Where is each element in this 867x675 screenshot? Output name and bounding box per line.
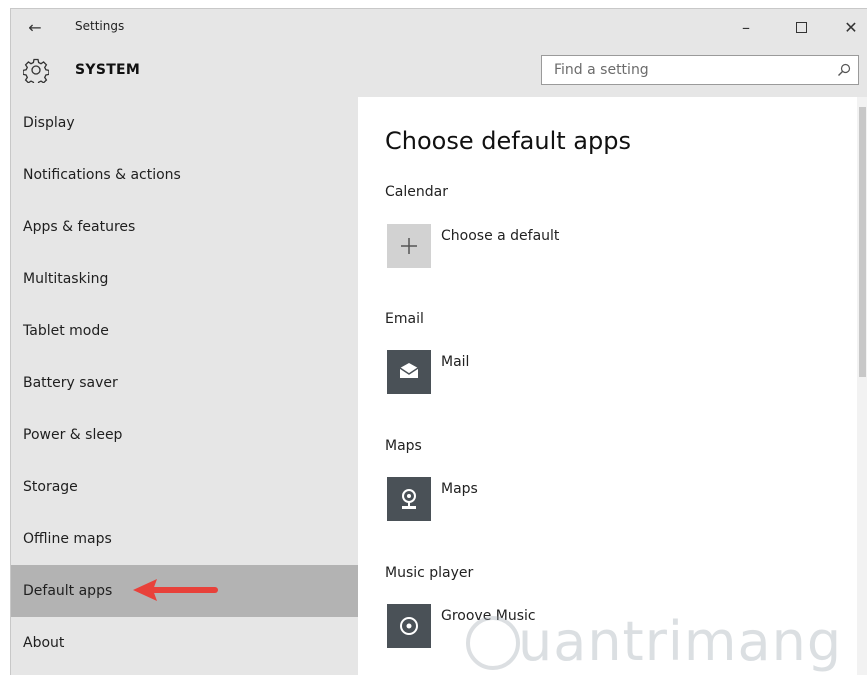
watermark-text: uantrimang <box>518 610 843 673</box>
email-app-button[interactable] <box>387 350 431 394</box>
group-label-email: Email <box>385 311 424 327</box>
sidebar-item-storage[interactable]: Storage <box>11 461 358 513</box>
music-app-button[interactable] <box>387 604 431 648</box>
plus-icon <box>401 238 417 254</box>
group-label-music-player: Music player <box>385 565 474 581</box>
maximize-button[interactable] <box>788 15 814 41</box>
sidebar-item-about[interactable]: About <box>11 617 358 669</box>
sidebar-item-notifications-actions[interactable]: Notifications & actions <box>11 149 358 201</box>
email-app-name[interactable]: Mail <box>441 354 469 370</box>
group-label-calendar: Calendar <box>385 184 448 200</box>
sidebar: Display Notifications & actions Apps & f… <box>11 97 358 675</box>
search-box[interactable] <box>541 55 859 85</box>
maps-icon <box>402 489 416 509</box>
window-title: Settings <box>75 19 125 33</box>
calendar-app-name[interactable]: Choose a default <box>441 228 559 244</box>
watermark: uantrimang <box>466 610 866 675</box>
back-button[interactable]: ← <box>23 18 47 38</box>
sidebar-item-power-sleep[interactable]: Power & sleep <box>11 409 358 461</box>
sidebar-item-apps-features[interactable]: Apps & features <box>11 201 358 253</box>
gear-icon <box>23 58 49 83</box>
scrollbar-thumb[interactable] <box>859 107 866 377</box>
red-arrow-annotation <box>133 579 218 601</box>
maximize-icon <box>795 21 807 33</box>
maps-app-name[interactable]: Maps <box>441 481 478 497</box>
sidebar-item-offline-maps[interactable]: Offline maps <box>11 513 358 565</box>
calendar-default-button[interactable] <box>387 224 431 268</box>
sidebar-item-multitasking[interactable]: Multitasking <box>11 253 358 305</box>
group-label-maps: Maps <box>385 438 422 454</box>
title-bar: ← Settings – ✕ <box>11 9 867 47</box>
search-input[interactable] <box>542 56 812 84</box>
settings-header: SYSTEM <box>11 47 867 97</box>
sidebar-item-display[interactable]: Display <box>11 97 358 149</box>
sidebar-item-battery-saver[interactable]: Battery saver <box>11 357 358 409</box>
main-content: Choose default apps Calendar Choose a de… <box>358 97 867 675</box>
page-title: Choose default apps <box>385 127 631 155</box>
search-icon[interactable] <box>836 62 852 78</box>
mail-icon <box>399 363 419 378</box>
maps-app-button[interactable] <box>387 477 431 521</box>
settings-window: ← Settings – ✕ SYSTEM Display Notificati… <box>10 8 867 675</box>
close-button[interactable]: ✕ <box>838 15 864 41</box>
sidebar-item-default-apps[interactable]: Default apps <box>11 565 358 617</box>
section-title: SYSTEM <box>75 62 141 78</box>
sidebar-item-label: Default apps <box>23 583 113 599</box>
minimize-button[interactable]: – <box>733 15 759 41</box>
sidebar-item-tablet-mode[interactable]: Tablet mode <box>11 305 358 357</box>
watermark-logo <box>466 616 520 670</box>
scrollbar[interactable] <box>857 97 867 675</box>
groove-music-icon <box>400 617 418 635</box>
